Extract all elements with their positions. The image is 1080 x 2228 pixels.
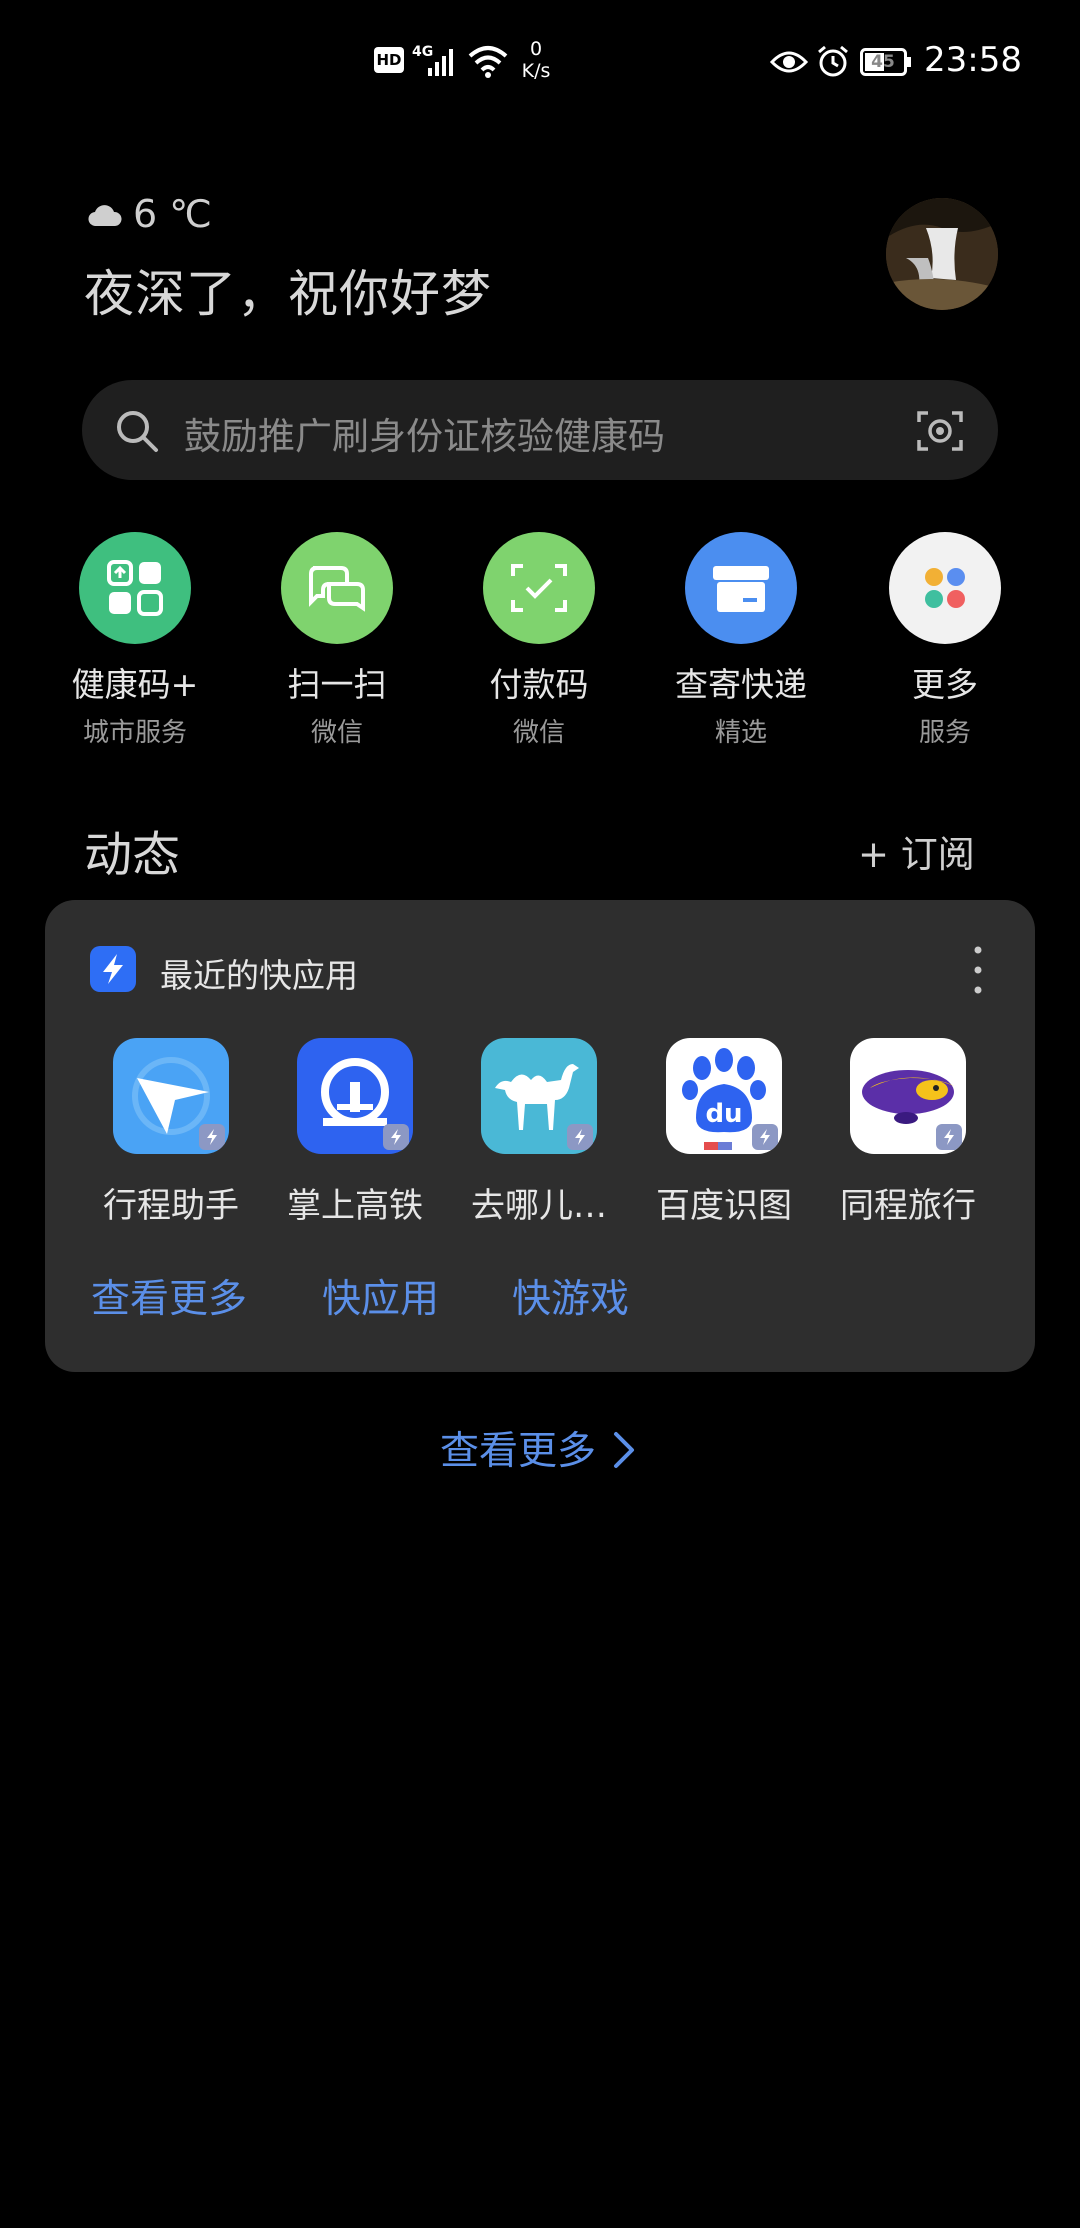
section-title: 动态 [84, 827, 181, 883]
quick-app-label: 掌上高铁 [287, 1186, 423, 1226]
shortcut-health-code[interactable]: 健康码+ 城市服务 [45, 532, 225, 749]
shortcut-label: 扫一扫 [287, 665, 387, 704]
shortcut-label: 健康码+ [71, 665, 199, 704]
shortcut-sublabel: 城市服务 [82, 718, 187, 748]
signal-icon [428, 49, 453, 76]
avatar[interactable] [886, 198, 998, 310]
baidu-paw-icon: du [666, 1038, 782, 1154]
eye-comfort-icon [770, 51, 808, 73]
quick-app-item[interactable]: 同程旅行 [828, 1038, 988, 1227]
shortcut-icon [685, 532, 797, 644]
shortcut-scan[interactable]: 扫一扫 微信 [247, 532, 427, 749]
lightning-icon [103, 954, 123, 984]
shortcut-express[interactable]: 查寄快递 精选 [651, 532, 831, 749]
shortcut-sublabel: 服务 [918, 718, 971, 748]
camel-icon [481, 1038, 597, 1154]
quick-app-item[interactable]: 去哪儿… [459, 1038, 619, 1227]
more-services-icon [925, 568, 965, 608]
shortcut-icon [483, 532, 595, 644]
shortcut-icon [889, 532, 1001, 644]
clock: 23:58 [924, 40, 1022, 80]
quick-app-item[interactable]: 行程助手 [91, 1038, 251, 1227]
view-more-link[interactable]: 查看更多 [440, 1420, 596, 1476]
quick-app-item[interactable]: 掌上高铁 [275, 1038, 435, 1227]
quick-games-link[interactable]: 快游戏 [512, 1268, 629, 1324]
shortcut-sublabel: 精选 [714, 718, 767, 748]
status-bar: HD 4G 0 K/s 45 23:58 [0, 0, 1080, 125]
shortcut-label: 付款码 [489, 665, 589, 704]
shortcut-icon [79, 532, 191, 644]
shortcut-payment-code[interactable]: 付款码 微信 [449, 532, 629, 749]
quick-apps-link[interactable]: 快应用 [322, 1268, 439, 1324]
card-view-more-link[interactable]: 查看更多 [91, 1268, 247, 1324]
shortcut-label: 更多 [912, 665, 978, 704]
health-code-icon [107, 560, 163, 616]
card-title: 最近的快应用 [160, 956, 358, 995]
chevron-right-icon[interactable] [612, 1430, 636, 1470]
payment-code-icon [511, 564, 567, 612]
wechat-scan-icon [309, 566, 365, 612]
navigation-arrow-icon [113, 1038, 229, 1154]
search-icon [117, 411, 158, 452]
wifi-icon [468, 46, 508, 78]
temperature: 6 ℃ [133, 192, 212, 236]
alarm-icon [818, 45, 848, 77]
battery-level: 45 [871, 52, 895, 72]
shortcut-icon [281, 532, 393, 644]
subscribe-button[interactable]: + 订阅 [858, 824, 975, 878]
quick-app-label: 同程旅行 [840, 1186, 976, 1226]
svg-text:du: du [705, 1099, 742, 1129]
search-input[interactable]: 鼓励推广刷身份证核验健康码 [184, 406, 665, 460]
hd-badge: HD [374, 47, 404, 73]
shortcut-label: 查寄快递 [675, 665, 807, 704]
camera-scan-icon[interactable] [916, 408, 964, 454]
airship-icon [850, 1038, 966, 1154]
greeting-text: 夜深了，祝你好梦 [84, 265, 492, 323]
shortcut-sublabel: 微信 [310, 718, 363, 748]
cloud-icon [88, 205, 122, 226]
quick-app-item[interactable]: du 百度识图 [644, 1038, 804, 1227]
battery-indicator: 45 [860, 48, 912, 76]
railway-logo-icon [297, 1038, 413, 1154]
speed-value: 0 [529, 38, 543, 60]
more-options-icon[interactable] [970, 944, 986, 996]
package-box-icon [713, 566, 769, 612]
quick-app-label: 行程助手 [103, 1186, 239, 1226]
speed-unit: K/s [521, 60, 551, 82]
waterfall-photo [886, 198, 998, 310]
quick-app-logo-icon [90, 946, 136, 992]
quick-app-label: 百度识图 [656, 1186, 792, 1226]
quick-app-label: 去哪儿… [471, 1186, 607, 1226]
network-speed: 0 K/s [516, 38, 556, 82]
shortcut-more[interactable]: 更多 服务 [855, 532, 1035, 749]
shortcut-sublabel: 微信 [512, 718, 565, 748]
